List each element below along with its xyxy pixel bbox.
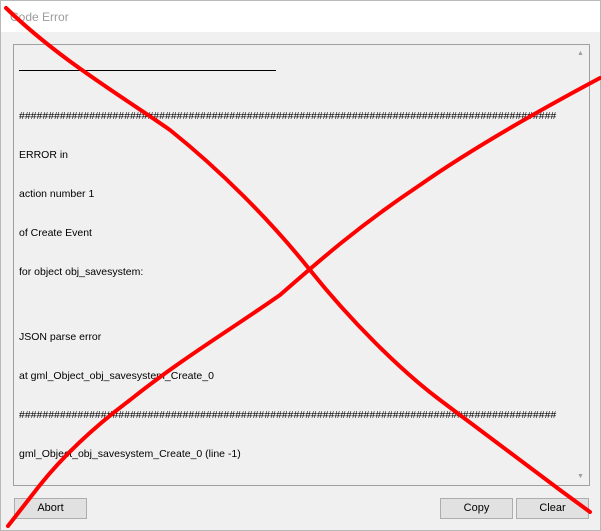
error-line: ########################################… (19, 409, 557, 421)
vertical-scrollbar[interactable]: ▲ ▼ (572, 45, 589, 485)
error-dialog-window: Code Error #############################… (0, 0, 601, 531)
error-line: of Create Event (19, 227, 92, 239)
error-text-area[interactable]: ########################################… (13, 44, 590, 486)
title-bar[interactable]: Code Error (1, 1, 600, 32)
scroll-down-icon[interactable]: ▼ (572, 468, 589, 485)
error-line: ########################################… (19, 110, 557, 122)
error-line: ERROR in (19, 149, 69, 161)
clear-button[interactable]: Clear (516, 498, 589, 519)
error-line: gml_Object_obj_savesystem_Create_0 (line… (19, 448, 241, 460)
copy-button[interactable]: Copy (440, 498, 513, 519)
error-line: JSON parse error (19, 331, 102, 343)
window-title: Code Error (10, 10, 69, 24)
abort-button[interactable]: Abort (14, 498, 87, 519)
error-line: for object obj_savesystem: (19, 266, 144, 278)
scroll-up-icon[interactable]: ▲ (572, 45, 589, 62)
error-line: at gml_Object_obj_savesystem_Create_0 (19, 370, 214, 382)
error-message-text: ########################################… (19, 58, 569, 485)
error-line: action number 1 (19, 188, 95, 200)
